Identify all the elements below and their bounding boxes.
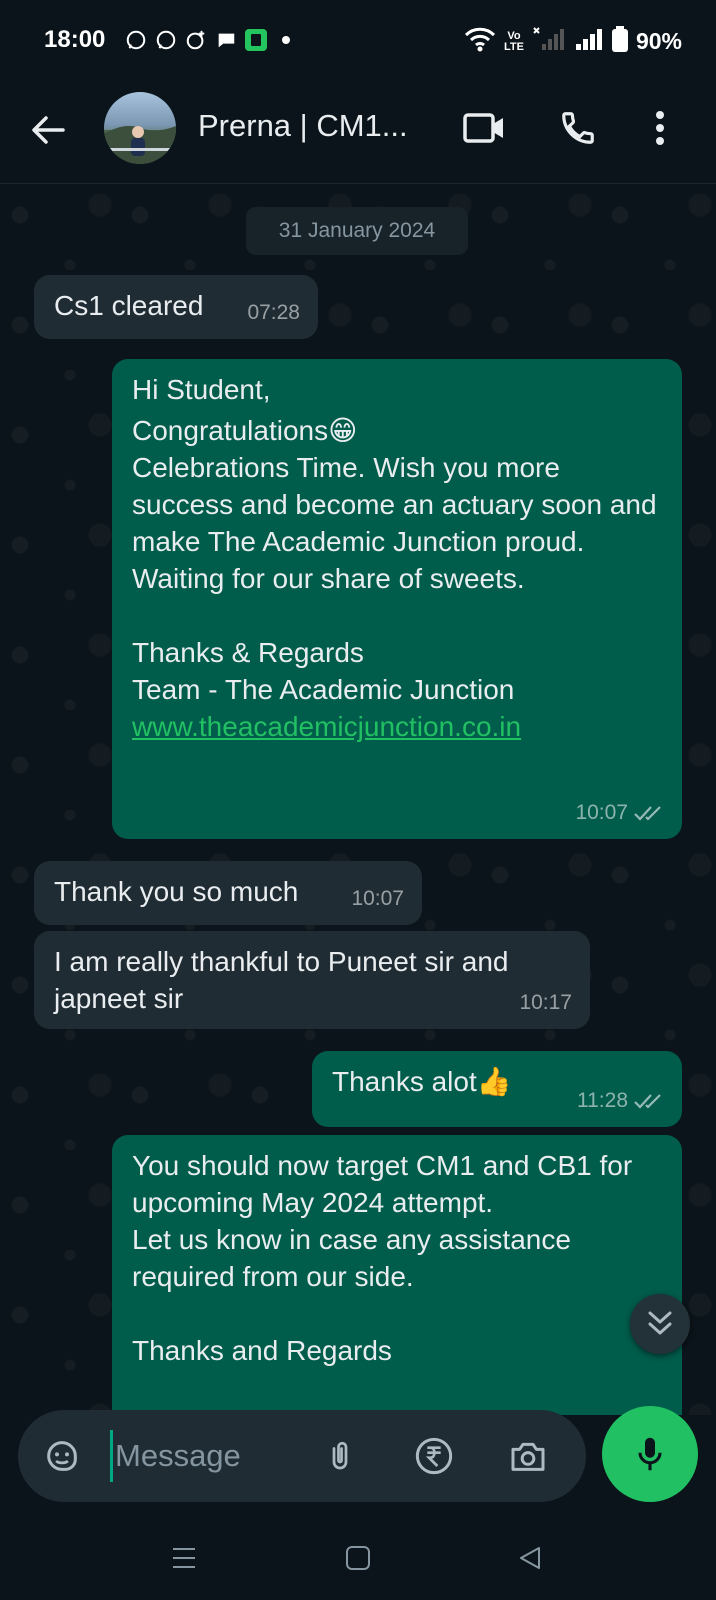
message-text-signature: Thanks & Regards Team - The Academic Jun… <box>132 637 515 705</box>
avatar[interactable] <box>104 92 176 164</box>
message-outgoing[interactable]: Thanks alot👍 11:28 <box>312 1051 682 1127</box>
signal-sim1-icon <box>532 26 566 57</box>
message-time: 10:07 <box>351 887 404 910</box>
message-time: 11:28 <box>577 1089 628 1112</box>
message-incoming[interactable]: Cs1 cleared 07:28 <box>34 275 318 339</box>
signal-sim2-icon <box>574 26 604 57</box>
camera-button[interactable] <box>506 1434 550 1478</box>
date-separator: 31 January 2024 <box>246 207 468 255</box>
recents-button[interactable] <box>162 1536 206 1580</box>
message-text-congrats: Congratulations😁 <box>132 415 358 446</box>
square-home-icon <box>346 1546 370 1570</box>
sticker-icon <box>47 1441 77 1471</box>
message-text-greeting: Hi Student, <box>132 374 271 405</box>
double-chevron-down-icon <box>648 1311 672 1335</box>
website-link[interactable]: www.theacademicjunction.co.in <box>132 708 662 745</box>
volte-indicator: Vo LTE <box>503 30 524 53</box>
message-time: 10:07 <box>575 801 628 824</box>
message-text: You should now target CM1 and CB1 for up… <box>132 1150 633 1292</box>
message-text: Thank you so much <box>54 876 299 907</box>
message-text-body: Celebrations Time. Wish you more success… <box>132 452 657 594</box>
message-text: I am really thankful to Puneet sir and j… <box>54 946 509 1014</box>
back-button[interactable] <box>26 108 70 152</box>
back-nav-button[interactable] <box>508 1536 552 1580</box>
triangle-back-icon <box>520 1547 540 1569</box>
whatsapp-notification-icon <box>124 28 148 52</box>
double-check-icon <box>634 1093 661 1109</box>
video-call-icon <box>463 113 503 143</box>
message-bubble-icon <box>214 28 238 52</box>
home-button[interactable] <box>336 1536 380 1580</box>
message-meta: 10:17 <box>519 984 572 1021</box>
system-status: Vo LTE 90% <box>464 26 682 57</box>
volte-bottom-label: LTE <box>503 40 524 53</box>
more-options-button[interactable] <box>636 104 684 152</box>
scroll-to-bottom-button[interactable] <box>630 1294 690 1354</box>
message-incoming[interactable]: Thank you so much 10:07 <box>34 861 422 925</box>
message-outgoing[interactable]: You should now target CM1 and CB1 for up… <box>112 1135 682 1415</box>
chat-area[interactable]: 31 January 2024 Cs1 cleared 07:28 Hi Stu… <box>0 185 716 1415</box>
message-meta: 11:28 <box>577 1082 664 1119</box>
double-check-icon <box>634 805 661 821</box>
message-time: 10:17 <box>519 991 572 1014</box>
rupee-payment-icon <box>415 1437 453 1475</box>
attach-icon <box>332 1441 348 1470</box>
message-meta: 10:07 <box>351 880 404 917</box>
back-arrow-icon <box>32 116 65 144</box>
notification-icons <box>124 28 298 52</box>
payment-button[interactable] <box>412 1434 456 1478</box>
system-navigation-bar <box>0 1516 716 1600</box>
attach-button[interactable] <box>318 1434 362 1478</box>
sticker-button[interactable] <box>40 1434 84 1478</box>
message-time: 07:28 <box>247 301 300 324</box>
more-vert-icon <box>656 111 664 145</box>
status-bar: 18:00 Vo LTE 90% <box>0 0 716 84</box>
app-notification-icon <box>244 28 268 52</box>
battery-icon <box>611 26 628 57</box>
message-meta: 10:07 <box>575 794 664 831</box>
whatsapp-notification-icon-2 <box>154 28 178 52</box>
message-text: Cs1 cleared <box>54 290 204 321</box>
message-composer <box>18 1410 586 1502</box>
camera-icon <box>511 1442 545 1471</box>
chat-plus-icon <box>184 28 208 52</box>
message-input[interactable] <box>110 1430 310 1482</box>
menu-lines-icon <box>173 1548 195 1568</box>
video-call-button[interactable] <box>460 104 508 152</box>
chat-header: Prerna | CM1... <box>0 84 716 184</box>
status-time: 18:00 <box>44 26 106 53</box>
voice-message-button[interactable] <box>602 1406 698 1502</box>
voice-call-button[interactable] <box>554 104 602 152</box>
more-notifications-dot-icon <box>274 28 298 52</box>
wifi-icon <box>464 26 496 57</box>
mic-icon <box>638 1437 662 1471</box>
message-text: Thanks alot👍 <box>332 1066 512 1097</box>
battery-percentage: 90% <box>635 28 682 54</box>
contact-name[interactable]: Prerna | CM1... <box>198 108 408 144</box>
message-incoming[interactable]: I am really thankful to Puneet sir and j… <box>34 931 590 1029</box>
message-text-signature: Thanks and Regards <box>132 1335 392 1366</box>
message-meta: 07:28 <box>247 294 300 331</box>
phone-icon <box>562 112 594 144</box>
message-outgoing[interactable]: Hi Student, Congratulations😁 Celebration… <box>112 359 682 839</box>
